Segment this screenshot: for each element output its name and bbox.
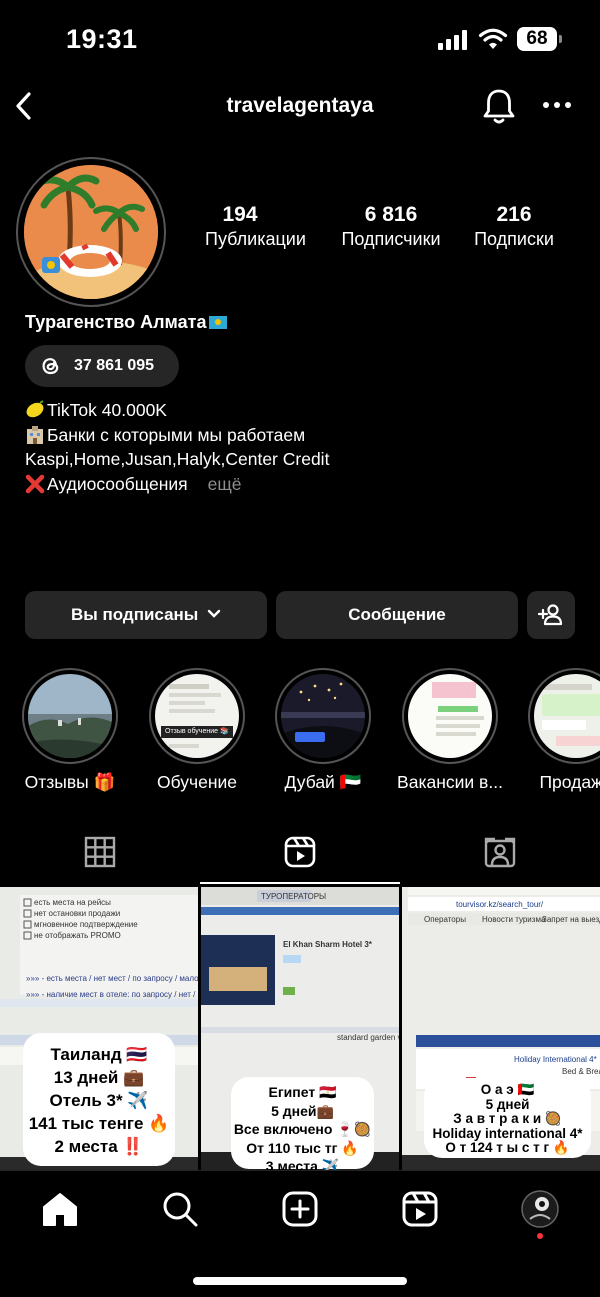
- tagged-person-icon: [484, 837, 516, 868]
- profile-bio: TikTok 40.000K Банки с которыми мы работ…: [25, 398, 585, 496]
- avatar[interactable]: [24, 165, 158, 299]
- reel-caption: О а э 🇦🇪 5 дней З а в т р а к и 🥘 Holida…: [424, 1078, 591, 1158]
- highlight-inner-text: Отзыв обучение 📚: [165, 728, 229, 735]
- tab-tagged[interactable]: [400, 830, 600, 884]
- bio-more-link[interactable]: ещё: [208, 474, 242, 494]
- highlight-cover-vacancy: [408, 674, 492, 758]
- display-name-text: Турагенство Алмата: [25, 312, 207, 332]
- notifications-bell-icon[interactable]: [480, 86, 518, 126]
- bio-line-tiktok: TikTok 40.000K: [47, 400, 167, 420]
- message-button-label: Сообщение: [348, 605, 446, 624]
- home-indicator[interactable]: [193, 1277, 407, 1285]
- stat-following[interactable]: 216 Подписки: [469, 203, 559, 250]
- grid-icon: [84, 836, 116, 868]
- highlight-cover-landscape: [28, 674, 112, 758]
- threads-icon: [42, 358, 59, 375]
- home-icon[interactable]: [40, 1189, 80, 1229]
- kazakhstan-flag-icon: [209, 316, 228, 329]
- posts-count: 194: [222, 203, 258, 226]
- tab-posts-grid[interactable]: [0, 830, 200, 884]
- followers-label: Подписчики: [341, 229, 441, 249]
- bio-line-bank-list: Kaspi,Home,Jusan,Halyk,Center Credit: [25, 449, 330, 469]
- active-tab-indicator: [200, 882, 400, 884]
- lemon-emoji-icon: [26, 400, 44, 418]
- reel-egypt[interactable]: ТУРОПЕРАТОРЫ El Khan Sharm Hotel 3* stan…: [201, 887, 399, 1170]
- profile-avatar-icon: [521, 1190, 559, 1228]
- bio-line-banks: Банки с которыми мы работаем: [47, 424, 306, 445]
- followers-count: 6 816: [364, 203, 418, 226]
- red-cross-emoji-icon: [25, 474, 45, 493]
- tab-reels[interactable]: [200, 830, 400, 884]
- threads-count: 37 861 095: [74, 357, 155, 374]
- more-options-icon[interactable]: [540, 88, 574, 122]
- stat-followers[interactable]: 6 816 Подписчики: [335, 203, 447, 250]
- profile-stats: 194 Публикации 6 816 Подписчики 216 Подп…: [205, 203, 575, 263]
- threads-badge[interactable]: 37 861 095: [25, 345, 179, 387]
- bank-emoji-icon: [27, 425, 43, 444]
- search-icon[interactable]: [160, 1189, 200, 1229]
- chevron-down-icon: [207, 609, 221, 618]
- reels-nav-icon[interactable]: [400, 1189, 440, 1229]
- display-name: Турагенство Алмата: [25, 312, 228, 333]
- suggested-users-button[interactable]: [527, 591, 575, 639]
- status-bar: 19:31 68: [0, 0, 600, 80]
- reels-icon: [284, 836, 316, 868]
- cellular-signal-icon: [438, 30, 467, 50]
- profile-avatar-tab[interactable]: [520, 1189, 560, 1239]
- stat-posts[interactable]: 194 Публикации: [205, 203, 306, 250]
- highlight-cover-night-car: [281, 674, 365, 758]
- reel-thailand[interactable]: есть места на рейсы нет остановки продаж…: [0, 887, 198, 1170]
- following-label: Подписки: [474, 229, 554, 249]
- reel-caption: Таиланд 🇹🇭 13 дней 💼 Отель 3* ✈️ 141 тыс…: [23, 1033, 175, 1166]
- reel-caption: Египет 🇪🇬 5 дней💼 Все включено 🍷🥘 От 110…: [231, 1077, 374, 1170]
- reel-uae[interactable]: tourvisor.kz/search_tour/ Операторы Ново…: [402, 887, 600, 1170]
- following-button-label: Вы подписаны: [70, 605, 199, 624]
- wifi-icon: [478, 28, 508, 49]
- bio-line-audio: Аудиосообщения: [47, 473, 188, 494]
- palm-beach-logo-icon: [24, 165, 158, 299]
- notification-dot: [537, 1233, 543, 1239]
- battery-icon: 68: [517, 27, 562, 51]
- create-post-icon[interactable]: [280, 1189, 320, 1229]
- profile-header: travelagentaya: [0, 80, 600, 134]
- following-button[interactable]: Вы подписаны: [25, 591, 267, 639]
- following-count: 216: [496, 203, 532, 226]
- posts-label: Публикации: [205, 229, 306, 249]
- message-button[interactable]: Сообщение: [276, 591, 518, 639]
- highlight-label: Продажи: [539, 772, 600, 792]
- status-time: 19:31: [66, 24, 138, 54]
- add-user-icon: [537, 604, 563, 626]
- highlight-cover-chat: Отзыв обучение 📚: [155, 674, 239, 758]
